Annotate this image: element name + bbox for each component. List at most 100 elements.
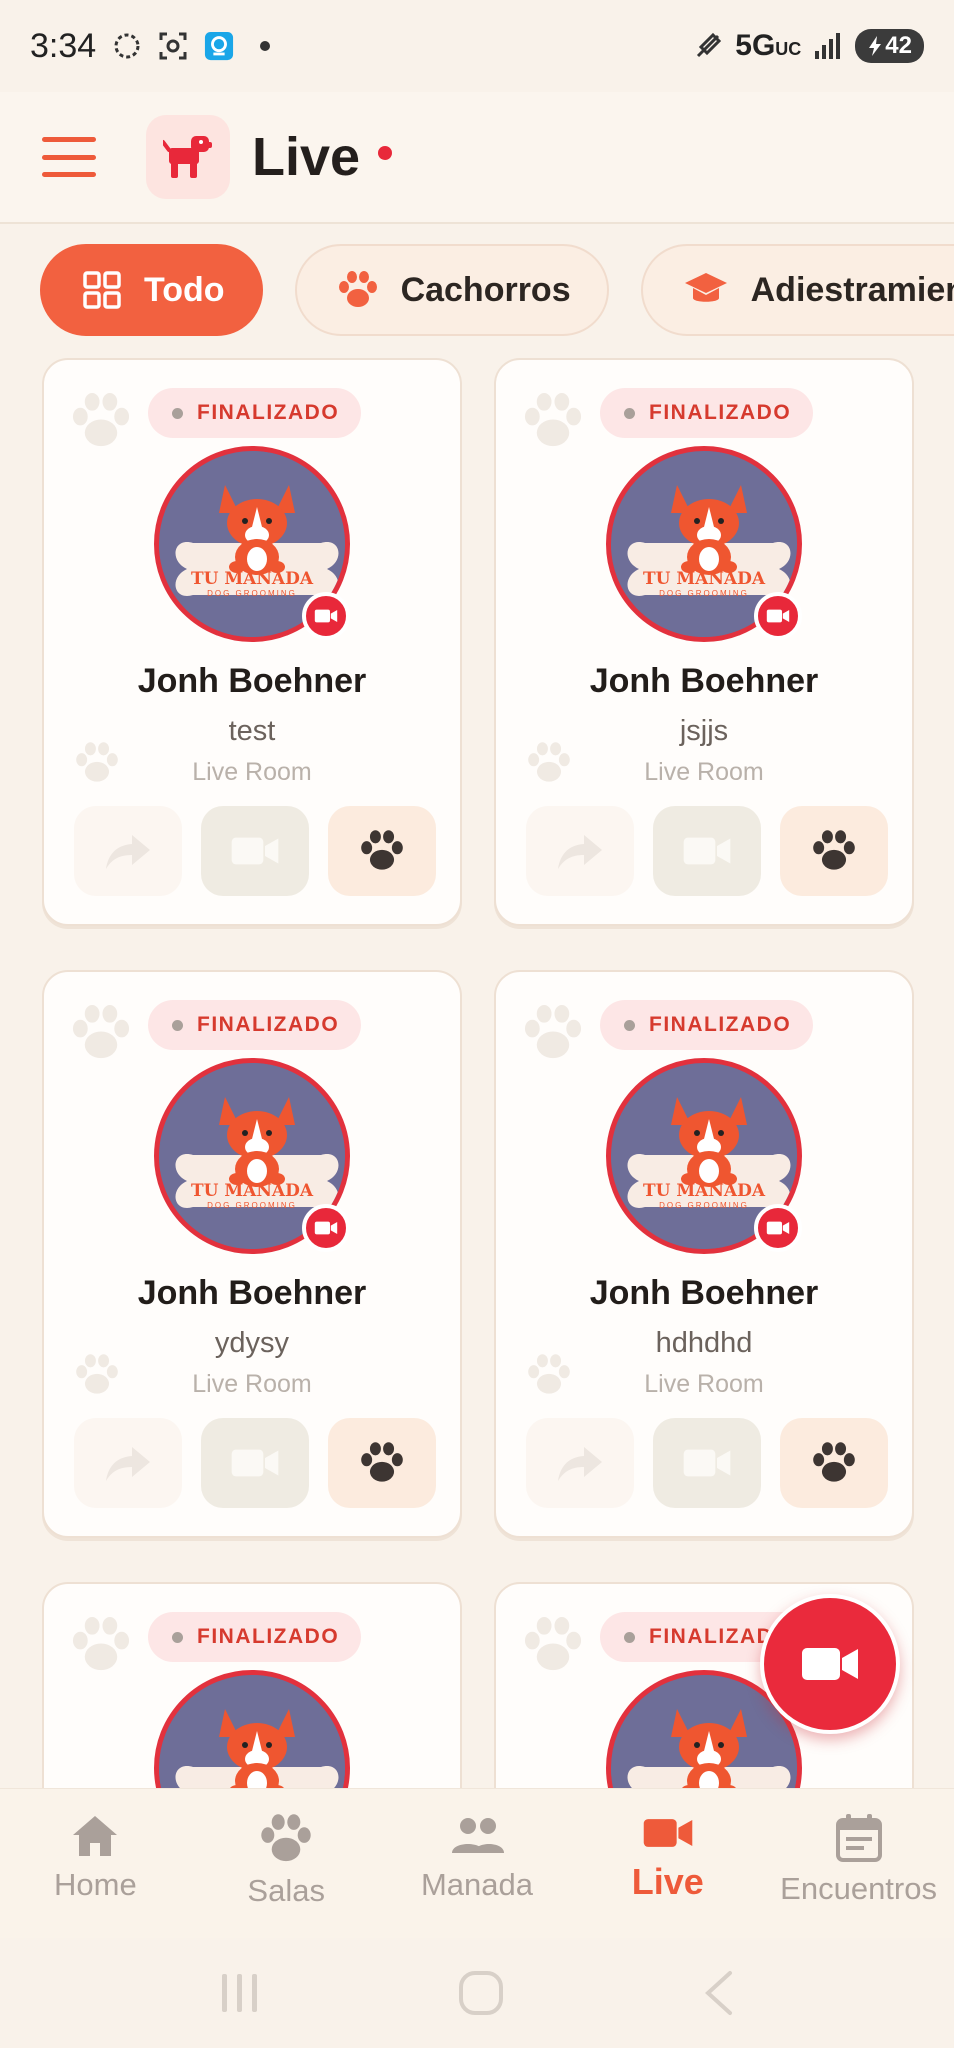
status-badge: FINALIZADO: [148, 1000, 362, 1050]
nav-label: Salas: [247, 1873, 325, 1908]
network-label: 5G: [735, 29, 776, 62]
host-name: Jonh Boehner: [589, 1274, 819, 1312]
graduation-cap-icon: [684, 273, 727, 302]
status-badge: FINALIZADO: [600, 388, 814, 438]
room-title: test: [228, 715, 276, 747]
chip-label: Todo: [144, 270, 225, 309]
charging-bolt-icon: [869, 36, 882, 56]
live-camera-badge: [302, 592, 350, 640]
video-camera-icon: [314, 1221, 338, 1235]
nav-encuentros[interactable]: Encuentros: [763, 1789, 954, 1938]
room-type: Live Room: [192, 758, 312, 786]
chip-todo[interactable]: Todo: [40, 244, 263, 336]
video-camera-icon: [643, 1819, 693, 1847]
status-time: 3:34: [30, 26, 97, 65]
category-chips: Todo Cachorros Adiestramiento: [40, 244, 954, 336]
status-dot: [624, 407, 635, 419]
status-badge: FINALIZADO: [148, 1612, 362, 1662]
video-camera-icon: [314, 609, 338, 623]
group-icon: [451, 1818, 504, 1853]
card-actions: [526, 806, 888, 896]
paw-button[interactable]: [780, 1418, 888, 1508]
paw-icon: [338, 271, 377, 307]
video-camera-icon: [766, 1221, 790, 1235]
share-arrow-icon: [558, 1447, 602, 1481]
paw-decoration-icon: [522, 390, 584, 457]
live-room-card[interactable]: FINALIZADO TU MANADA DOG GROOMING Jonh Boeh…: [494, 358, 914, 926]
card-actions: [74, 806, 436, 896]
logo-text: TU MANADA: [190, 1181, 314, 1201]
status-bar: 3:34 5GUC 42: [0, 0, 954, 92]
video-camera-icon: [231, 1449, 279, 1477]
share-arrow-icon: [106, 835, 150, 869]
card-actions: [526, 1418, 888, 1508]
share-button[interactable]: [74, 806, 182, 896]
paw-decoration-icon: [522, 1002, 584, 1069]
paw-decoration-icon: [70, 390, 132, 457]
more-notifications-dot-icon: [250, 31, 280, 61]
share-button[interactable]: [526, 806, 634, 896]
status-left: 3:34: [30, 27, 280, 66]
logo-text: TU MANADA: [642, 569, 766, 589]
status-text: FINALIZADO: [197, 401, 340, 424]
status-dot: [624, 1019, 635, 1031]
status-text: FINALIZADO: [649, 401, 792, 424]
video-camera-icon: [802, 1648, 858, 1680]
live-camera-badge: [754, 1204, 802, 1252]
chip-label: Adiestramiento: [750, 270, 954, 309]
recent-apps-icon[interactable]: [218, 1972, 262, 2014]
live-room-card[interactable]: FINALIZADO TU MANADADOG GROOMING: [42, 1582, 462, 1788]
paw-icon: [813, 830, 855, 870]
video-camera-icon: [231, 837, 279, 865]
nav-label: Manada: [420, 1867, 533, 1902]
share-button[interactable]: [74, 1418, 182, 1508]
chip-label: Cachorros: [400, 270, 571, 309]
status-badge: FINALIZADO: [600, 1000, 814, 1050]
paw-decoration-icon: [522, 1614, 584, 1681]
room-title: ydysy: [214, 1327, 290, 1359]
nav-manada[interactable]: Manada: [382, 1789, 573, 1938]
calendar-icon: [835, 1814, 882, 1862]
join-video-button[interactable]: [653, 1418, 761, 1508]
paw-button[interactable]: [328, 806, 436, 896]
video-camera-icon: [683, 1449, 731, 1477]
share-button[interactable]: [526, 1418, 634, 1508]
paw-decoration-icon: [70, 1614, 132, 1681]
live-room-card[interactable]: FINALIZADO TU MANADA DOG GROOMING Jonh Boeh…: [42, 358, 462, 926]
join-video-button[interactable]: [201, 1418, 309, 1508]
brain-notification-icon: [112, 31, 142, 61]
back-icon[interactable]: [700, 1969, 736, 2017]
room-type: Live Room: [644, 758, 764, 786]
signal-icon: [813, 31, 843, 61]
video-camera-icon: [766, 609, 790, 623]
chip-cachorros[interactable]: Cachorros: [294, 244, 609, 336]
data-saver-icon: [693, 31, 723, 61]
join-video-button[interactable]: [201, 806, 309, 896]
room-title: jsjjs: [679, 715, 729, 747]
live-room-card[interactable]: FINALIZADO TU MANADA DOG GROOMING Jonh Boeh…: [494, 970, 914, 1538]
battery-level: 42: [885, 32, 912, 59]
home-system-icon[interactable]: [457, 1969, 505, 2017]
status-right: 5GUC 42: [693, 29, 924, 63]
chip-adiestramiento[interactable]: Adiestramiento: [640, 244, 954, 336]
avatar: TU MANADADOG GROOMING: [154, 1670, 350, 1788]
home-icon: [73, 1816, 118, 1856]
nav-salas[interactable]: Salas: [191, 1789, 382, 1938]
paw-icon: [361, 1442, 403, 1482]
nav-live[interactable]: Live: [572, 1789, 763, 1938]
status-dot: [172, 1019, 183, 1031]
paw-button[interactable]: [780, 806, 888, 896]
paw-button[interactable]: [328, 1418, 436, 1508]
join-video-button[interactable]: [653, 806, 761, 896]
status-dot: [624, 1631, 635, 1643]
paw-decoration-icon: [70, 1002, 132, 1069]
network-sub-label: UC: [775, 39, 802, 59]
live-room-card[interactable]: FINALIZADO TU MANADA DOG GROOMING Jonh Boeh…: [42, 970, 462, 1538]
share-arrow-icon: [558, 835, 602, 869]
bottom-navigation: Home Salas Manada Live Encuentros: [0, 1788, 954, 1938]
start-live-button[interactable]: [760, 1594, 900, 1734]
room-type: Live Room: [644, 1370, 764, 1398]
hamburger-menu-icon[interactable]: [42, 137, 96, 177]
grid-icon: [83, 271, 121, 309]
nav-home[interactable]: Home: [0, 1789, 191, 1938]
